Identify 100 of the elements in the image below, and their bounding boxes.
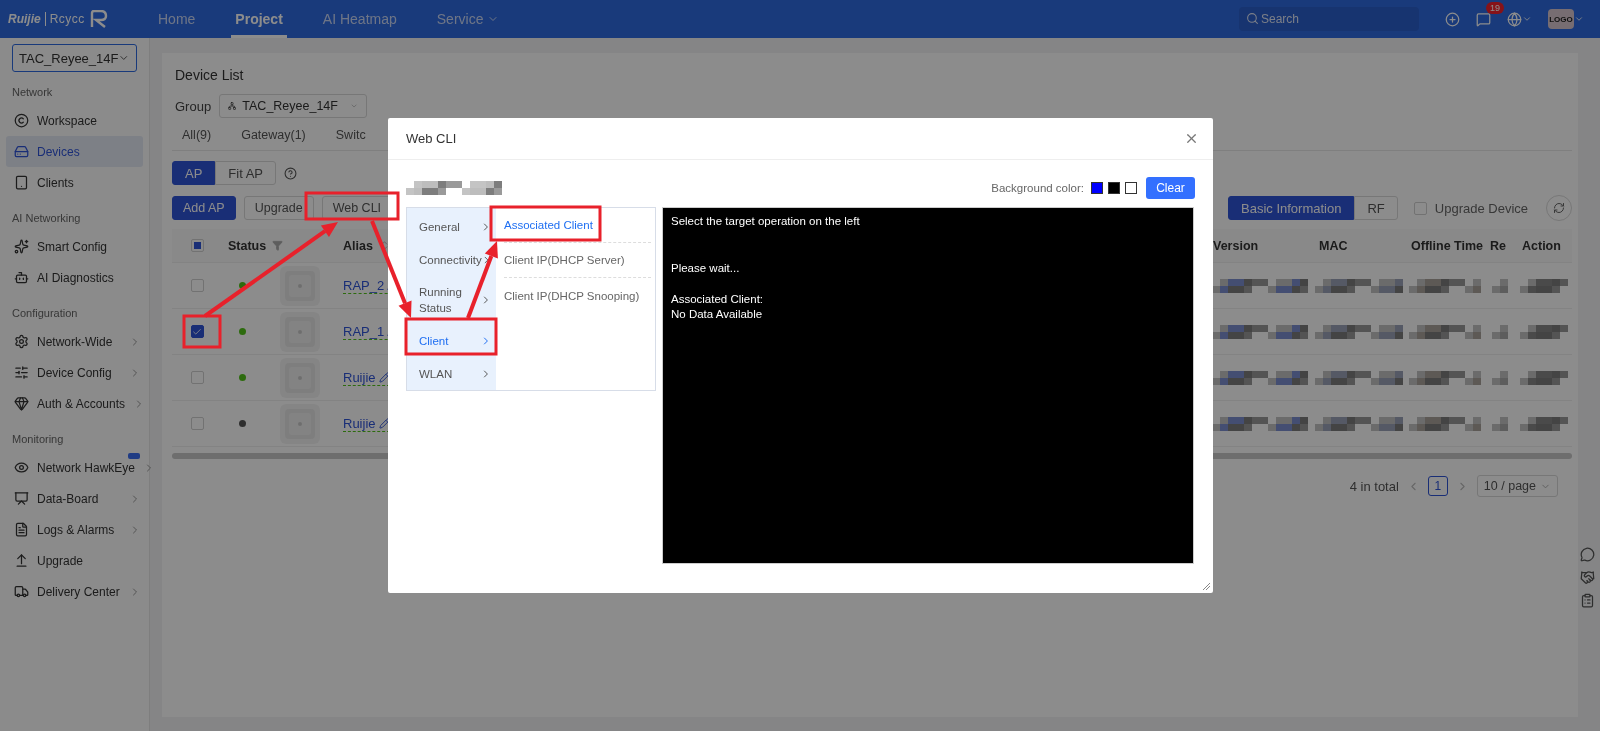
column-header: Status [228,238,267,253]
caret-icon [1522,14,1532,24]
row-checkbox[interactable] [190,325,204,338]
group-label: Group [175,98,212,114]
column-header: Version [1213,238,1259,253]
total-count: 4 in total [1349,478,1399,494]
color-swatch[interactable] [1125,182,1137,194]
section-title: AI Networking [11,210,82,226]
sidebar-item[interactable]: Network HawkEye [6,452,143,483]
tablet-icon [14,175,29,190]
type-tab[interactable]: All(9) [172,121,222,150]
sidebar-item[interactable]: Auth & Accounts [6,388,143,419]
sidebar-item[interactable]: Logs & Alarms [6,514,143,545]
color-swatch[interactable] [1108,182,1120,194]
menu-item[interactable]: Connectivity [407,243,496,276]
hierarchy-icon [228,100,237,112]
drive-icon [14,144,29,159]
circled-c-icon [14,113,29,128]
resize-grip-icon[interactable] [1202,582,1211,591]
menu-item[interactable]: WLAN [407,357,496,390]
clipboard-icon[interactable] [1580,593,1595,608]
page-title: Device List [174,67,245,85]
sidebar-item[interactable]: Device Config [6,357,143,388]
checkbox-label: Upgrade Device [1434,200,1528,216]
help-icon[interactable] [284,166,298,180]
view-tab[interactable]: Basic Information [1228,196,1355,220]
sidebar-item[interactable]: Network-Wide [6,326,143,357]
sidebar-item[interactable]: Devices [6,136,143,167]
action-button[interactable]: Add AP [172,196,236,220]
handshake-icon[interactable] [1580,570,1595,585]
clear-button[interactable]: Clear [1146,177,1195,199]
mode-tab[interactable]: AP [172,161,216,185]
sparkles-icon [14,239,29,254]
highlight-frame [182,314,222,349]
project-select[interactable]: TAC_Reyee_14F [12,44,137,72]
submenu-item[interactable]: Associated Client [504,208,651,243]
robot-icon [14,270,29,285]
sidebar-item[interactable]: Clients [6,167,143,198]
page-number[interactable]: 1 [1427,476,1448,496]
terminal-output: Select the target operation on the left Please wait... Associated Client: No Data Available [662,207,1194,564]
brand-name: Ruijie [8,12,46,26]
pixelated-text [1520,324,1568,339]
color-swatch[interactable] [1091,182,1103,194]
truck-icon [14,584,29,599]
gem-icon [14,396,29,411]
mode-tab[interactable]: Fit AP [215,161,277,185]
pixelated-text [1520,278,1568,293]
chat-icon[interactable] [1580,547,1595,562]
sidebar-item[interactable]: Delivery Center [6,576,143,607]
select-all-checkbox[interactable] [190,239,204,252]
refresh-icon [1553,202,1565,214]
background-color-label: Background color: [991,182,1084,194]
column-header: MAC [1319,238,1348,253]
submenu-item[interactable]: Client IP(DHCP Server) [504,243,651,278]
sidebar-item[interactable]: Data-Board [6,483,143,514]
column-header: Offline Time [1411,238,1483,253]
sidebar-item[interactable]: AI Diagnostics [6,262,143,293]
nav-tab[interactable]: AI Heatmap [318,0,401,38]
dialog-title: Web CLI [406,131,457,146]
eye-icon [14,460,29,475]
column-header: Re [1490,238,1506,253]
nav-tab[interactable]: Service [432,0,504,38]
page-size-select[interactable]: 10 / page [1476,475,1558,497]
action-button[interactable]: Upgrade [243,196,314,220]
type-tab[interactable]: Gateway(1) [231,121,316,150]
upload-icon [14,553,29,568]
filter-icon[interactable] [272,240,284,251]
sidebar-item[interactable]: Upgrade [6,545,143,576]
submenu-item[interactable]: Client IP(DHCP Snooping) [504,278,651,313]
pencil-icon [378,417,390,429]
nav-tab[interactable]: Project [231,0,287,38]
sidebar-item[interactable]: Workspace [6,105,143,136]
pixelated-text [1520,370,1568,385]
refresh-button[interactable] [1546,195,1572,221]
close-icon[interactable] [1184,131,1199,146]
group-select[interactable]: TAC_Reyee_14F [219,94,368,118]
pixelated-text [1520,416,1568,431]
section-title: Network [11,84,54,100]
r-logo-icon [88,10,109,28]
document-icon [14,522,29,537]
section-title: Monitoring [11,431,65,447]
column-header: Action [1522,238,1561,253]
message-icon [1476,11,1491,27]
type-tab[interactable]: Switc [325,121,376,150]
search-field[interactable]: Search [1239,7,1419,31]
plus-icon [1445,11,1460,27]
pixelated-text [1492,324,1508,339]
account-button[interactable]: LOGO [1546,7,1586,31]
sub-brand-name: Rcycc [49,12,85,26]
notification-count: 19 [1486,1,1504,14]
menu-item[interactable]: Client [407,324,496,357]
sliders-icon [14,365,29,380]
checkbox[interactable] [1413,201,1427,215]
nav-tab[interactable]: Home [154,0,200,38]
globe-icon [1507,11,1522,27]
view-tab[interactable]: RF [1354,196,1398,220]
board-icon [14,491,29,506]
menu-item[interactable]: Running Status [407,276,496,324]
sidebar-item[interactable]: Smart Config [6,231,143,262]
menu-item[interactable]: General [407,210,496,243]
